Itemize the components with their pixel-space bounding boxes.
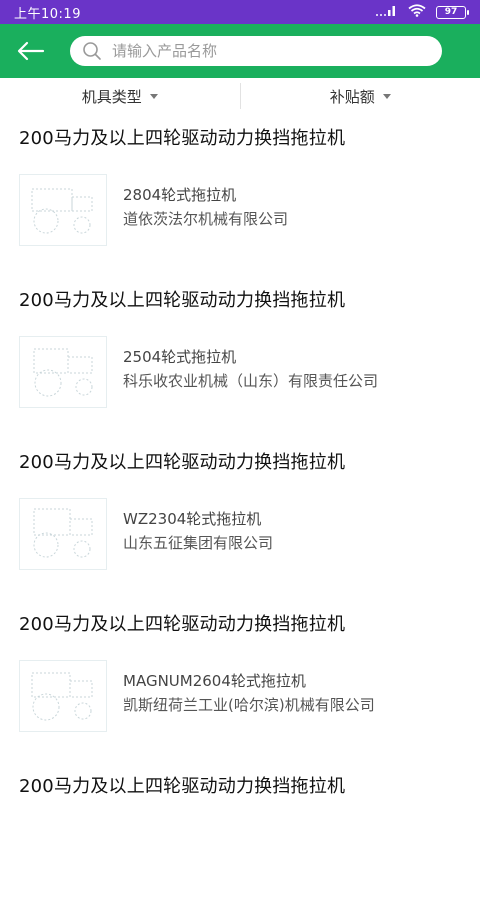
filter-bar: 机具类型 补贴额 <box>0 78 480 114</box>
list-group: 200马力及以上四轮驱动动力换挡拖拉机 <box>0 762 480 924</box>
company-name: 道依茨法尔机械有限公司 <box>123 208 288 229</box>
caret-down-icon <box>383 94 391 99</box>
company-name: 山东五征集团有限公司 <box>123 532 273 553</box>
product-name: WZ2304轮式拖拉机 <box>123 508 261 529</box>
product-thumbnail <box>19 660 107 732</box>
product-thumbnail <box>19 498 107 570</box>
signal-icon <box>376 5 398 20</box>
filter-machine-type-label: 机具类型 <box>82 86 142 107</box>
search-icon <box>82 41 102 61</box>
filter-subsidy-label: 补贴额 <box>330 86 375 107</box>
status-icons: 97 <box>376 4 466 20</box>
filter-machine-type[interactable]: 机具类型 <box>0 78 240 114</box>
filter-subsidy[interactable]: 补贴额 <box>241 78 480 114</box>
product-item[interactable]: 2504轮式拖拉机 科乐收农业机械（山东）有限责任公司 <box>0 336 480 412</box>
tractor-icon <box>26 343 100 401</box>
caret-down-icon <box>150 94 158 99</box>
list-group: 200马力及以上四轮驱动动力换挡拖拉机 WZ2304轮式拖拉机 山东五征集团有限… <box>0 438 480 600</box>
tractor-icon <box>26 181 100 239</box>
status-bar: 上午10:19 97 <box>0 0 480 24</box>
product-item[interactable]: WZ2304轮式拖拉机 山东五征集团有限公司 <box>0 498 480 574</box>
wifi-icon <box>408 4 426 20</box>
battery-level: 97 <box>445 7 458 17</box>
category-title: 200马力及以上四轮驱动动力换挡拖拉机 <box>19 610 345 636</box>
search-input[interactable] <box>110 41 442 61</box>
category-title: 200马力及以上四轮驱动动力换挡拖拉机 <box>19 772 345 798</box>
product-thumbnail <box>19 336 107 408</box>
list-group: 200马力及以上四轮驱动动力换挡拖拉机 MAGNUM2604轮式拖拉机 凯斯纽荷… <box>0 600 480 762</box>
battery-icon: 97 <box>436 6 466 19</box>
back-arrow-icon <box>17 41 45 61</box>
category-title: 200马力及以上四轮驱动动力换挡拖拉机 <box>19 286 345 312</box>
company-name: 科乐收农业机械（山东）有限责任公司 <box>123 370 378 391</box>
search-box[interactable] <box>70 36 442 66</box>
product-thumbnail <box>19 174 107 246</box>
product-list: 200马力及以上四轮驱动动力换挡拖拉机 2804轮式拖拉机 道依茨法尔机械有限公… <box>0 114 480 924</box>
category-title: 200马力及以上四轮驱动动力换挡拖拉机 <box>19 124 345 150</box>
list-group: 200马力及以上四轮驱动动力换挡拖拉机 2504轮式拖拉机 科乐收农业机械（山东… <box>0 276 480 438</box>
tractor-icon <box>26 667 100 725</box>
product-item[interactable]: MAGNUM2604轮式拖拉机 凯斯纽荷兰工业(哈尔滨)机械有限公司 <box>0 660 480 736</box>
list-group: 200马力及以上四轮驱动动力换挡拖拉机 2804轮式拖拉机 道依茨法尔机械有限公… <box>0 114 480 276</box>
status-time: 上午10:19 <box>14 3 81 22</box>
tractor-icon <box>26 505 100 563</box>
product-name: 2804轮式拖拉机 <box>123 184 236 205</box>
product-name: 2504轮式拖拉机 <box>123 346 236 367</box>
back-button[interactable] <box>14 34 48 68</box>
product-item[interactable]: 2804轮式拖拉机 道依茨法尔机械有限公司 <box>0 174 480 250</box>
product-name: MAGNUM2604轮式拖拉机 <box>123 670 306 691</box>
category-title: 200马力及以上四轮驱动动力换挡拖拉机 <box>19 448 345 474</box>
app-header <box>0 24 480 78</box>
company-name: 凯斯纽荷兰工业(哈尔滨)机械有限公司 <box>123 694 375 715</box>
